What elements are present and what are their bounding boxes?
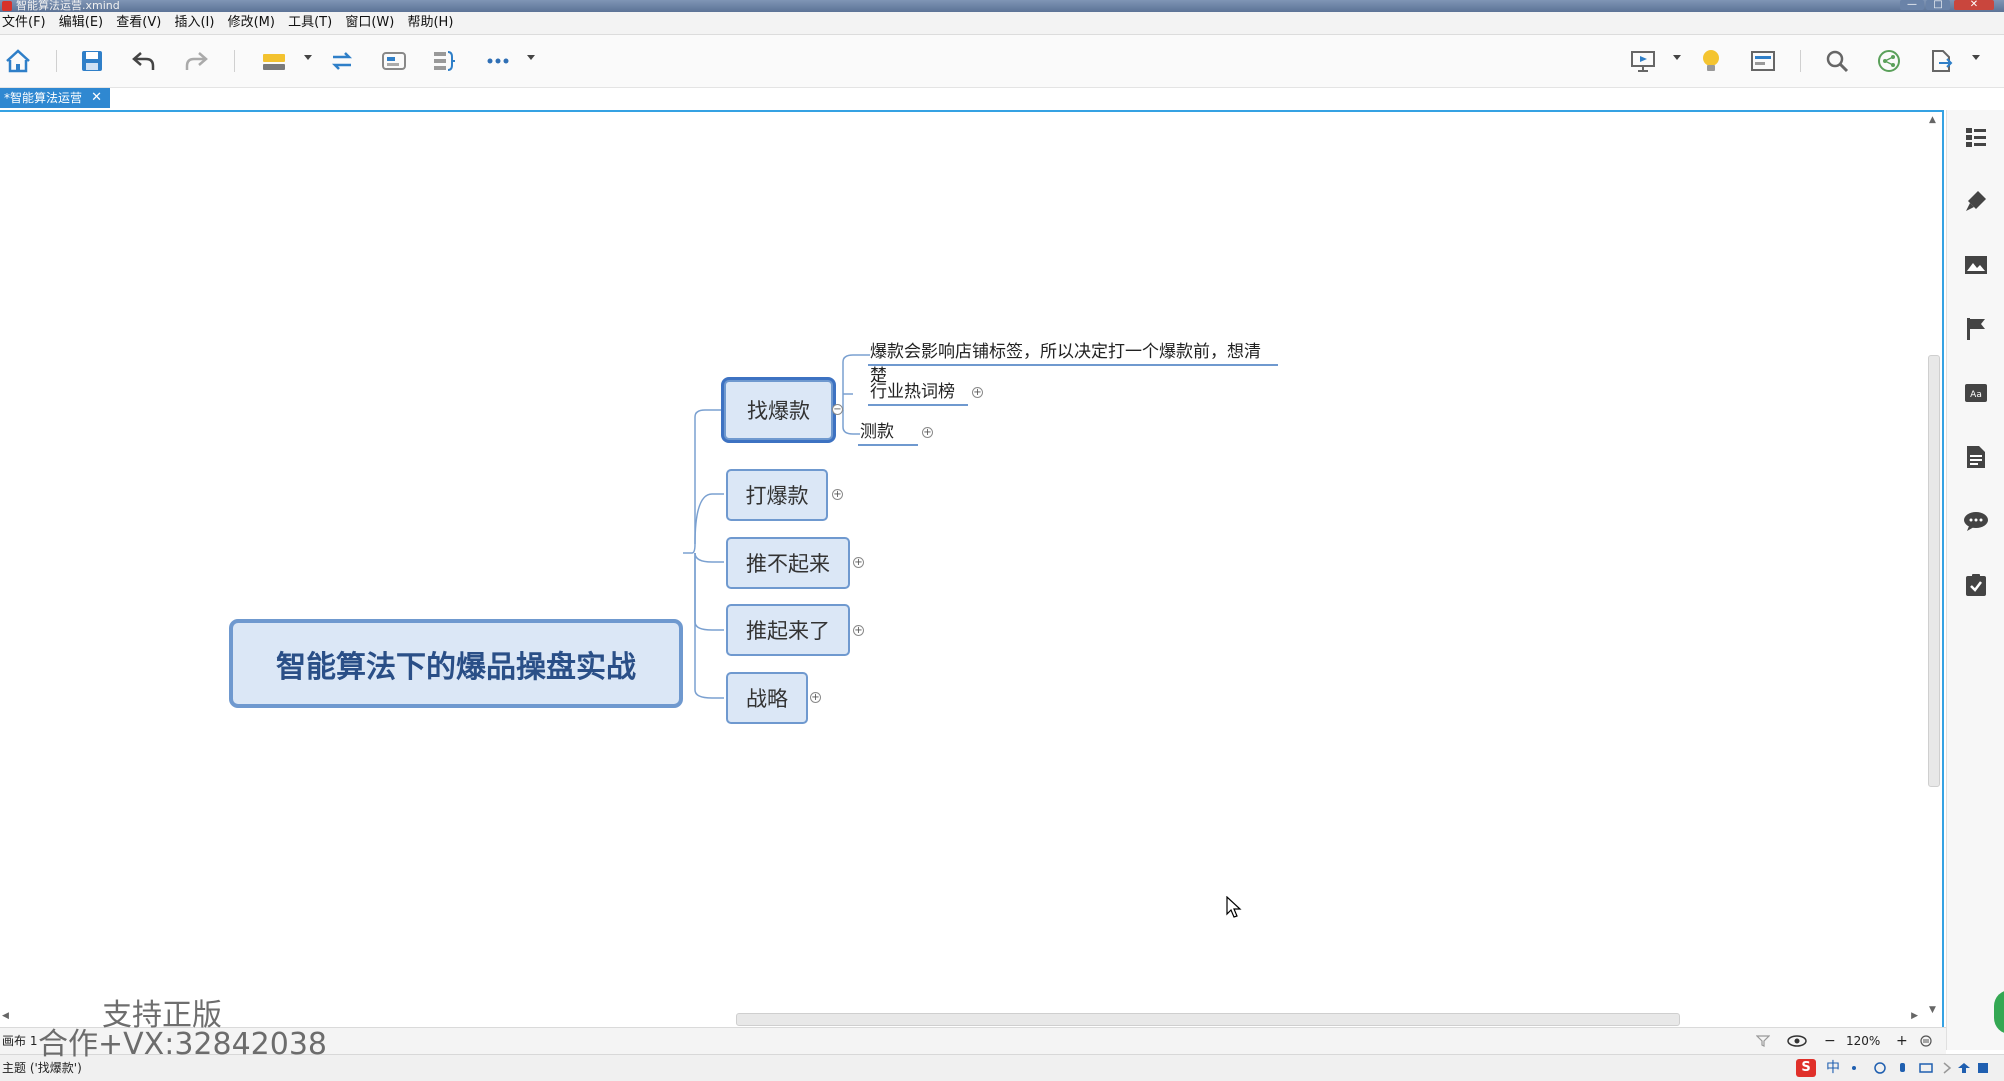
menu-tools[interactable]: 工具(T) (288, 12, 339, 34)
redo-icon[interactable] (180, 45, 212, 77)
scroll-up-arrow-icon[interactable]: ▲ (1929, 115, 1936, 125)
subtopic-hit-affects-tags[interactable]: 爆款会影响店铺标签，所以决定打一个爆款前，想清楚 (868, 340, 1278, 386)
connector-lines (683, 354, 870, 699)
expand-toggle[interactable]: + (832, 489, 843, 500)
outline-icon[interactable] (1963, 124, 1989, 150)
expand-toggle[interactable]: + (810, 692, 821, 703)
branch-topic-pushed-up[interactable]: 推起来了 (726, 604, 850, 656)
scroll-down-arrow-icon[interactable]: ▼ (1929, 1005, 1936, 1015)
summary-icon[interactable] (428, 45, 460, 77)
boundary-icon[interactable] (378, 45, 410, 77)
comment-icon[interactable] (1963, 508, 1989, 534)
zoom-in-button[interactable]: + (1896, 1028, 1908, 1054)
minimize-button[interactable]: — (1900, 0, 1924, 10)
branch-topic-find-hit[interactable]: 找爆款 (724, 380, 833, 440)
fit-map-icon[interactable] (1920, 1035, 1932, 1047)
task-icon[interactable] (1963, 572, 1989, 598)
subtopic-test-style[interactable]: 测款 (858, 420, 918, 446)
sheet-tab[interactable]: 画布 1 (2, 1028, 37, 1054)
tray-icons (1852, 1062, 1988, 1074)
image-icon[interactable] (1963, 252, 1989, 278)
editor-tab-strip: *智能算法运营 ✕ (0, 88, 1946, 110)
relationship-icon[interactable] (326, 45, 358, 77)
ime-mode-indicator[interactable]: 中 (1826, 1055, 1840, 1081)
menu-modify[interactable]: 修改(M) (228, 12, 282, 34)
expand-toggle[interactable]: + (853, 625, 864, 636)
share-icon[interactable] (1873, 45, 1905, 77)
zoom-out-button[interactable]: − (1824, 1028, 1836, 1054)
branch-topic-not-pushed[interactable]: 推不起来 (726, 537, 850, 589)
close-window-button[interactable]: ✕ (1954, 0, 1994, 10)
menu-view[interactable]: 查看(V) (116, 12, 168, 34)
subtopic-industry-hot-words[interactable]: 行业热词榜 (868, 380, 968, 406)
search-icon[interactable] (1821, 45, 1853, 77)
watermark-line-2: 合作+VX:32842038 (38, 1027, 328, 1062)
menu-help[interactable]: 帮助(H) (407, 12, 460, 34)
text-icon[interactable]: Aa (1963, 380, 1989, 406)
idea-icon[interactable] (1695, 45, 1727, 77)
menu-file[interactable]: 文件(F) (2, 12, 53, 34)
layout-icon[interactable] (1747, 45, 1779, 77)
expand-toggle[interactable]: + (853, 557, 864, 568)
central-topic[interactable]: 智能算法下的爆品操盘实战 (229, 619, 683, 708)
filter-icon[interactable] (1756, 1035, 1770, 1047)
menu-insert[interactable]: 插入(I) (174, 12, 221, 34)
floating-assist-button[interactable] (1994, 990, 2004, 1034)
menu-bar: 文件(F) 编辑(E) 查看(V) 插入(I) 修改(M) 工具(T) 窗口(W… (0, 12, 2004, 35)
scroll-left-arrow-icon[interactable]: ◀ (2, 1011, 9, 1021)
title-bar: 智能算法运营.xmind — □ ✕ (0, 0, 2004, 12)
input-method-logo-icon[interactable]: S (1796, 1059, 1816, 1077)
xmind-app-icon (2, 1, 12, 11)
menu-window[interactable]: 窗口(W) (345, 12, 401, 34)
horizontal-scroll-thumb[interactable] (736, 1013, 1680, 1026)
close-tab-icon[interactable]: ✕ (91, 88, 102, 108)
save-icon[interactable] (76, 45, 108, 77)
mindmap-canvas[interactable]: 智能算法下的爆品操盘实战 找爆款 − 打爆款 + 推不起来 + 推起来了 + 战… (0, 110, 1944, 1040)
maximize-button[interactable]: □ (1926, 0, 1950, 10)
branch-topic-make-hit[interactable]: 打爆款 (726, 469, 828, 521)
menu-edit[interactable]: 编辑(E) (59, 12, 110, 34)
insert-topic-icon[interactable] (258, 45, 290, 77)
expand-toggle[interactable]: + (922, 427, 933, 438)
scroll-right-arrow-icon[interactable]: ▶ (1911, 1011, 1918, 1021)
more-icon[interactable] (482, 45, 514, 77)
document-tab[interactable]: *智能算法运营 ✕ (0, 88, 110, 108)
marker-icon[interactable] (1963, 316, 1989, 342)
home-icon[interactable] (2, 45, 34, 77)
svg-text:Aa: Aa (1970, 390, 1982, 400)
format-icon[interactable] (1963, 188, 1989, 214)
zoom-level: 120% (1846, 1034, 1881, 1048)
notes-icon[interactable] (1963, 444, 1989, 470)
undo-icon[interactable] (128, 45, 160, 77)
branch-topic-strategy[interactable]: 战略 (726, 672, 808, 724)
vertical-scroll-thumb[interactable] (1928, 355, 1940, 787)
right-side-panel: Aa (1946, 110, 2004, 1050)
eye-icon[interactable] (1787, 1035, 1807, 1047)
expand-toggle[interactable]: + (972, 387, 983, 398)
vertical-scrollbar[interactable]: ▲ ▼ (1926, 115, 1940, 1015)
export-icon[interactable] (1925, 45, 1957, 77)
collapse-toggle[interactable]: − (832, 404, 843, 415)
window-title: 智能算法运营.xmind (16, 0, 120, 12)
mouse-cursor-icon (1226, 896, 1242, 918)
toolbar (0, 35, 2004, 88)
presentation-icon[interactable] (1627, 45, 1659, 77)
document-tab-label: *智能算法运营 (4, 91, 83, 105)
